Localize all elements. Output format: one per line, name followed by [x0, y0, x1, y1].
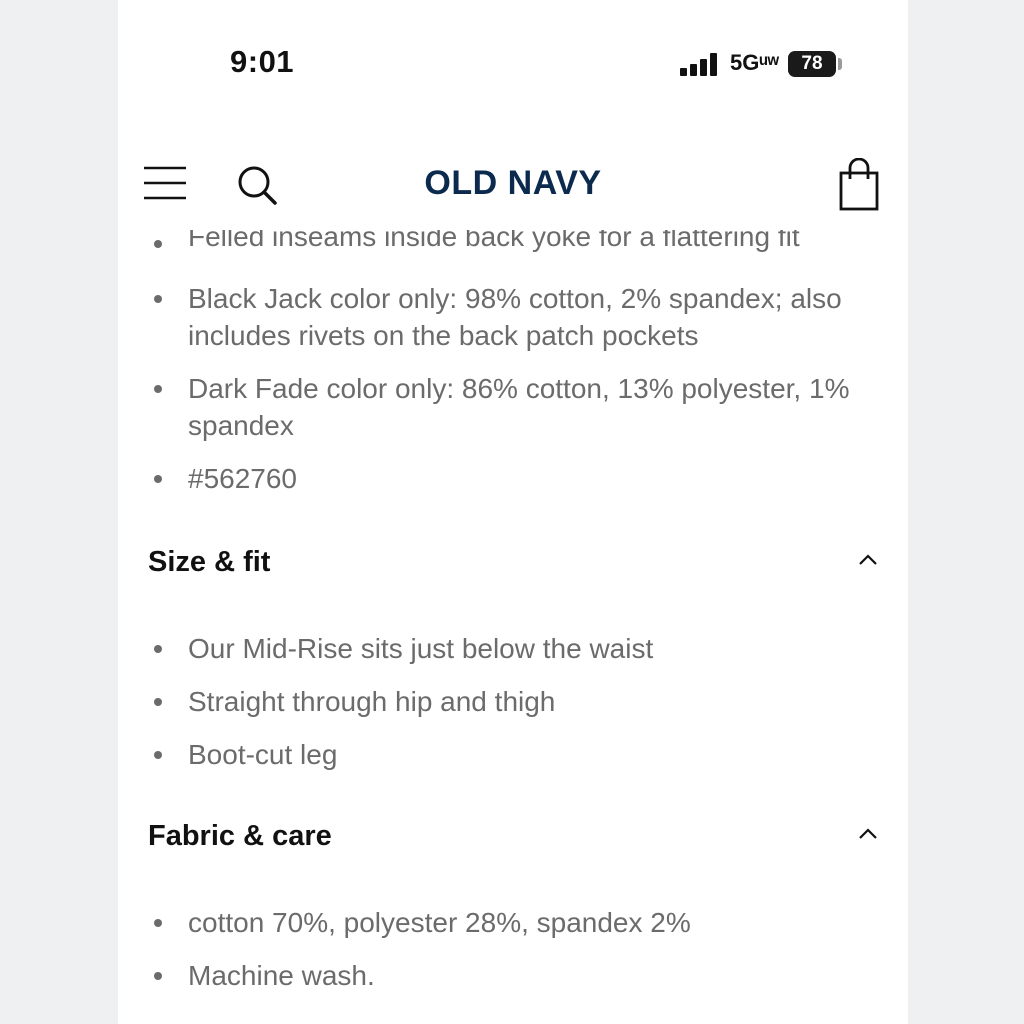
chevron-up-icon[interactable]	[856, 552, 880, 568]
list-item-text: cotton 70%, polyester 28%, spandex 2%	[188, 907, 691, 938]
list-item: Felled inseams inside back yoke for a fl…	[118, 228, 908, 258]
list-item-text: Boot-cut leg	[188, 739, 338, 770]
status-time: 9:01	[230, 44, 295, 79]
section-title: Size & fit	[148, 546, 271, 578]
shopping-bag-icon	[839, 157, 879, 211]
shopping-bag-button[interactable]	[838, 157, 880, 212]
fabric-care-header[interactable]: Fabric & care	[148, 820, 888, 860]
list-item-text: Our Mid-Rise sits just below the waist	[188, 633, 654, 664]
network-indicator: 5Gᵘʷ	[730, 50, 779, 75]
list-item-text: Felled inseams inside back yoke for a fl…	[188, 228, 800, 252]
bullet	[154, 385, 162, 393]
signal-icon	[680, 52, 720, 76]
list-item-text: Black Jack color only: 98% cotton, 2% sp…	[188, 283, 842, 351]
bullet	[154, 645, 162, 653]
size-fit-header[interactable]: Size & fit	[148, 546, 888, 586]
list-item-text: Dark Fade color only: 86% cotton, 13% po…	[188, 373, 850, 441]
section-title: Fabric & care	[148, 820, 332, 852]
bullet	[154, 698, 162, 706]
bullet	[154, 240, 162, 248]
bullet	[154, 295, 162, 303]
bullet	[154, 475, 162, 483]
bullet	[154, 972, 162, 980]
bullet	[154, 751, 162, 759]
list-item-text: #562760	[188, 463, 298, 494]
phone-screen: 9:01 5Gᵘʷ 78 OLD NAVY Felled inseams ins…	[118, 0, 908, 1024]
battery-cap	[838, 58, 842, 70]
list-item-text: Straight through hip and thigh	[188, 686, 556, 717]
site-header: OLD NAVY	[118, 140, 908, 230]
list-item-text: Machine wash.	[188, 960, 375, 991]
battery-icon: 78	[788, 51, 836, 77]
chevron-up-icon[interactable]	[856, 826, 880, 842]
bullet	[154, 919, 162, 927]
brand-logo[interactable]: OLD NAVY	[118, 164, 908, 203]
